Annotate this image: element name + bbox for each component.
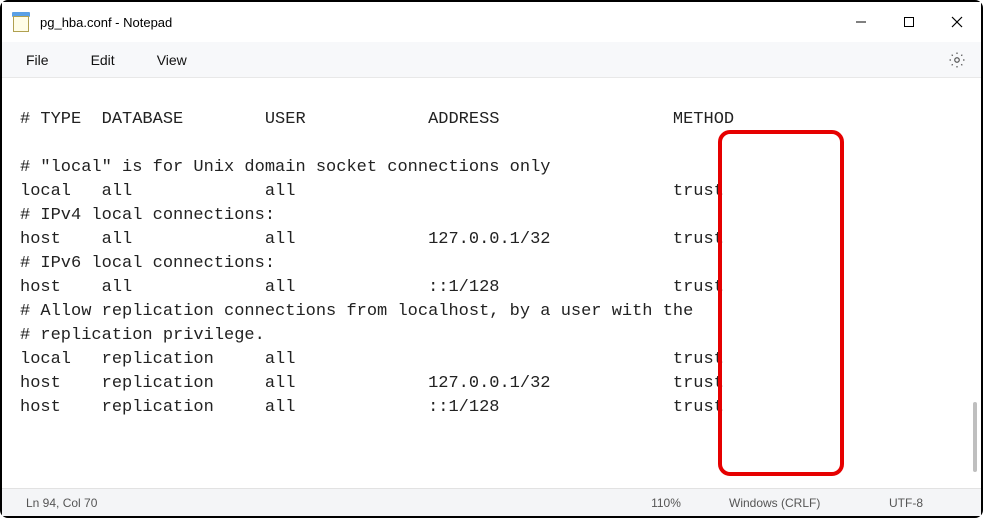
menu-bar: File Edit View bbox=[2, 42, 981, 78]
minimize-button[interactable] bbox=[837, 2, 885, 42]
title-bar: pg_hba.conf - Notepad bbox=[2, 2, 981, 42]
status-line-ending: Windows (CRLF) bbox=[711, 496, 871, 510]
menu-view[interactable]: View bbox=[147, 48, 197, 72]
window-controls bbox=[837, 2, 981, 42]
status-zoom[interactable]: 110% bbox=[621, 496, 711, 510]
window-title: pg_hba.conf - Notepad bbox=[40, 15, 172, 30]
menu-file[interactable]: File bbox=[16, 48, 59, 72]
gear-icon[interactable] bbox=[947, 50, 967, 70]
text-editor[interactable]: # TYPE DATABASE USER ADDRESS METHOD # "l… bbox=[2, 78, 981, 488]
notepad-icon bbox=[12, 12, 30, 32]
status-encoding: UTF-8 bbox=[871, 496, 981, 510]
status-bar: Ln 94, Col 70 110% Windows (CRLF) UTF-8 bbox=[2, 488, 981, 516]
vertical-scrollbar[interactable] bbox=[973, 402, 977, 472]
maximize-button[interactable] bbox=[885, 2, 933, 42]
menu-edit[interactable]: Edit bbox=[81, 48, 125, 72]
status-cursor-position: Ln 94, Col 70 bbox=[8, 496, 115, 510]
close-button[interactable] bbox=[933, 2, 981, 42]
